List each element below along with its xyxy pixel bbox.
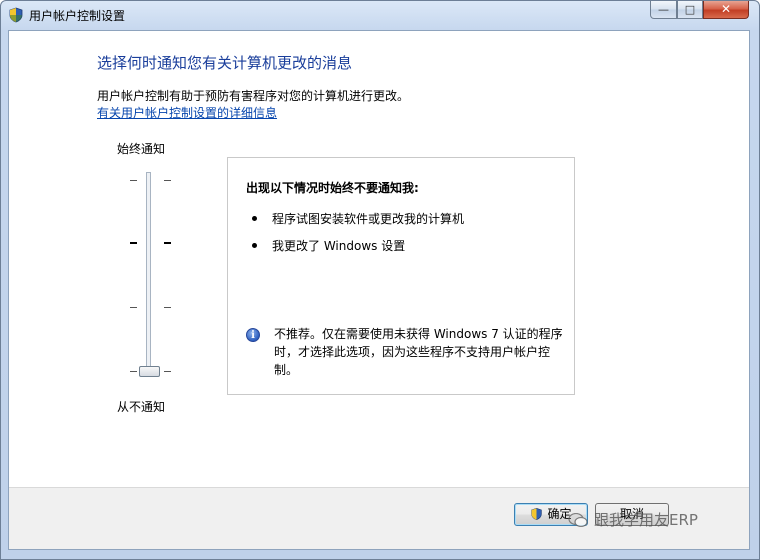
dialog-client-area: 选择何时通知您有关计算机更改的消息 用户帐户控制有助于预防有害程序对您的计算机进… <box>8 30 750 550</box>
maximize-button[interactable]: □ <box>677 1 703 19</box>
bullet-icon <box>252 216 257 221</box>
bullet-icon <box>252 243 257 248</box>
close-button[interactable]: ✕ <box>703 1 749 19</box>
slider-tick <box>164 371 171 372</box>
panel-title: 出现以下情况时始终不要通知我: <box>246 181 419 195</box>
uac-shield-icon <box>531 507 543 521</box>
bullet-item: 程序试图安装软件或更改我的计算机 <box>272 212 465 226</box>
watermark-text: 跟我学用友ERP <box>594 511 698 529</box>
slider-tick <box>130 180 137 181</box>
slider-tick <box>130 307 137 308</box>
watermark: 跟我学用友ERP <box>568 509 698 530</box>
slider-bottom-label: 从不通知 <box>117 400 166 414</box>
maximize-icon: □ <box>684 3 696 16</box>
page-heading: 选择何时通知您有关计算机更改的消息 <box>97 54 353 72</box>
slider-tick <box>164 180 171 181</box>
slider-tick <box>130 242 137 244</box>
window-title: 用户帐户控制设置 <box>29 9 126 23</box>
bullet-item: 我更改了 Windows 设置 <box>272 239 406 253</box>
minimize-button[interactable]: — <box>650 1 677 19</box>
uac-shield-icon <box>9 7 23 23</box>
wechat-icon <box>568 513 588 527</box>
details-link[interactable]: 有关用户帐户控制设置的详细信息 <box>97 104 277 121</box>
notification-level-slider[interactable] <box>146 172 151 373</box>
slider-tick <box>130 371 137 372</box>
slider-thumb[interactable] <box>139 366 160 377</box>
close-icon: ✕ <box>720 2 732 16</box>
info-icon: i <box>246 328 260 342</box>
minimize-icon: — <box>658 3 669 16</box>
page-description: 用户帐户控制有助于预防有害程序对您的计算机进行更改。 <box>97 89 410 103</box>
slider-tick <box>164 242 171 244</box>
slider-tick <box>164 307 171 308</box>
setting-description-panel: 出现以下情况时始终不要通知我: 程序试图安装软件或更改我的计算机 我更改了 Wi… <box>227 157 575 395</box>
title-bar[interactable]: 用户帐户控制设置 — □ ✕ <box>0 0 760 30</box>
warning-note: 不推荐。仅在需要使用未获得 Windows 7 认证的程序时，才选择此选项，因为… <box>274 327 563 377</box>
slider-top-label: 始终通知 <box>117 142 166 156</box>
